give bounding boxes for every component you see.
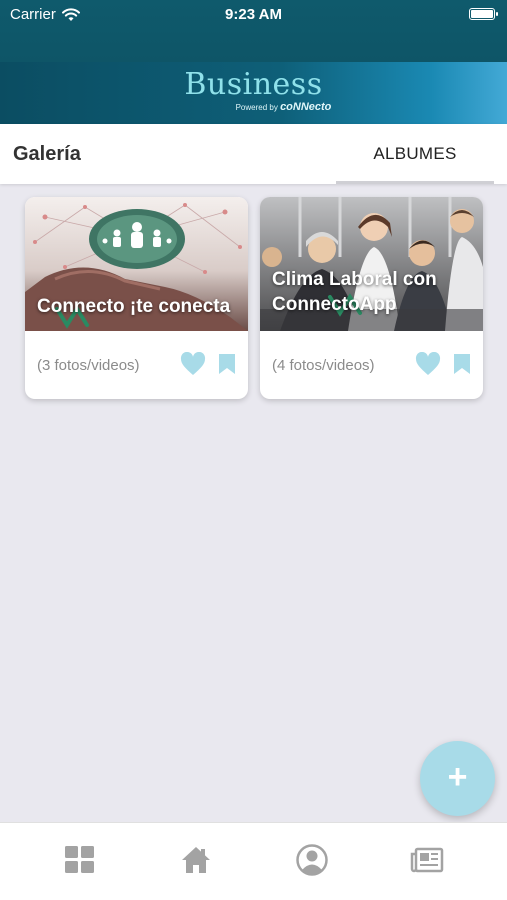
- album-thumbnail[interactable]: Connecto ¡te conecta: [25, 197, 248, 331]
- home-icon[interactable]: [179, 843, 213, 877]
- album-thumbnail[interactable]: Clima Laboral con ConnectoApp: [260, 197, 483, 331]
- status-time: 9:23 AM: [225, 6, 282, 23]
- album-title: Clima Laboral con ConnectoApp: [272, 267, 483, 317]
- album-title-line-1: Clima Laboral con: [272, 269, 437, 290]
- add-album-button[interactable]: +: [420, 741, 495, 816]
- album-count: (3 fotos/videos): [37, 357, 140, 374]
- heart-icon[interactable]: [180, 352, 206, 376]
- bookmark-icon[interactable]: [453, 353, 471, 375]
- album-card[interactable]: Connecto ¡te conecta (3 fotos/videos): [25, 197, 248, 399]
- powered-brand: coNNecto: [280, 101, 332, 113]
- news-icon[interactable]: [410, 843, 444, 877]
- heart-icon[interactable]: [415, 352, 441, 376]
- brand-logo: Business Powered by coNNecto: [0, 67, 507, 114]
- album-card[interactable]: Clima Laboral con ConnectoApp (4 fotos/v…: [260, 197, 483, 399]
- brand-powered: Powered by coNNecto: [0, 101, 507, 113]
- gallery-tab-row: Galería ALBUMES: [0, 124, 507, 184]
- tab-albumes[interactable]: ALBUMES: [336, 124, 494, 184]
- brand-name: Business: [184, 67, 323, 102]
- bottom-nav: [0, 822, 507, 900]
- status-bar: Carrier 9:23 AM: [0, 0, 507, 30]
- powered-by-label: Powered by: [235, 103, 278, 112]
- album-title-line-2: ConnectoApp: [272, 294, 397, 315]
- tab-indicator: [336, 181, 494, 184]
- bookmark-icon[interactable]: [218, 353, 236, 375]
- profile-icon[interactable]: [295, 843, 329, 877]
- battery-icon: [469, 8, 498, 20]
- album-count: (4 fotos/videos): [272, 357, 375, 374]
- album-title: Connecto ¡te conecta: [37, 296, 231, 317]
- grid-icon[interactable]: [63, 843, 97, 877]
- page-title: Galería: [13, 143, 81, 165]
